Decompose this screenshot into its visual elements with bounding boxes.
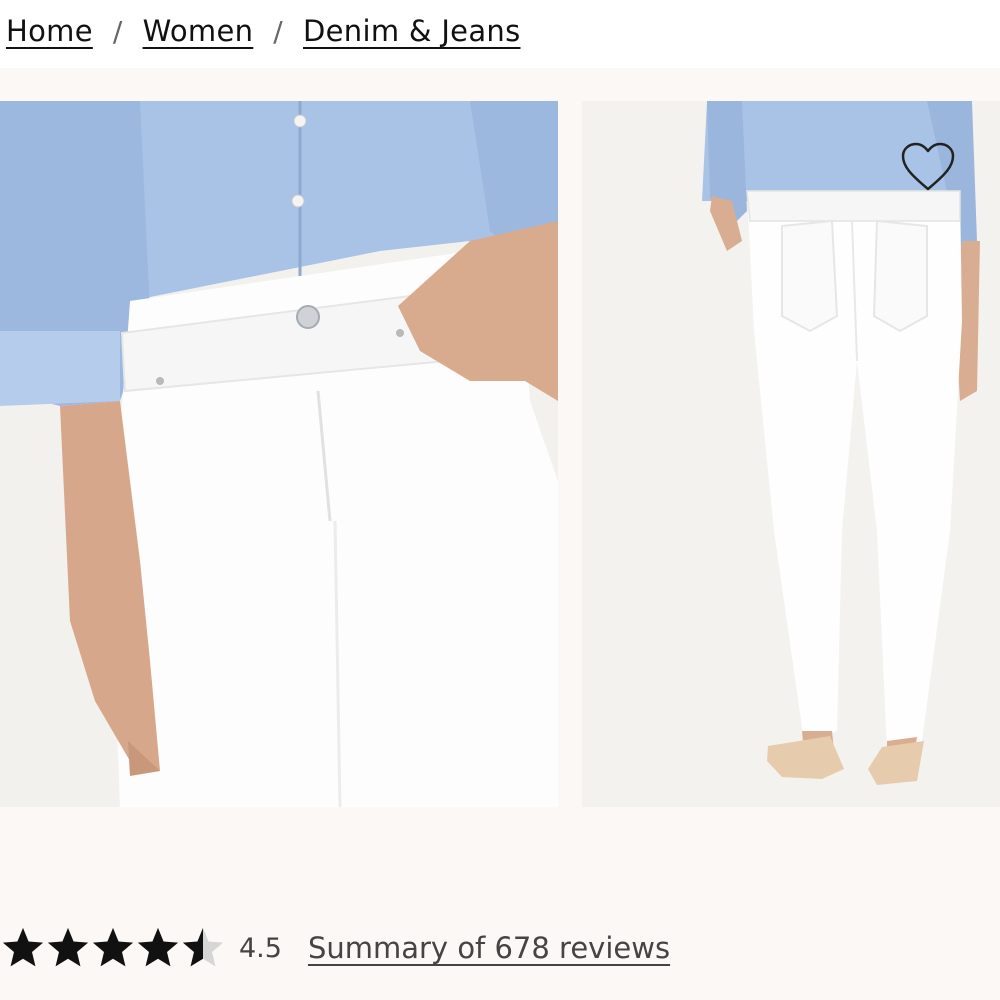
rating-value: 4.5	[239, 932, 282, 964]
breadcrumb-women[interactable]: Women	[143, 14, 254, 48]
favorite-button[interactable]	[900, 141, 956, 193]
rating-summary: 4.5 Summary of 678 reviews	[0, 920, 670, 976]
breadcrumb-home[interactable]: Home	[6, 14, 93, 48]
header-bar: Home / Women / Denim & Jeans	[0, 0, 1000, 68]
product-photo-front-illustration	[0, 101, 558, 807]
star-rating	[0, 925, 225, 971]
product-image-back[interactable]	[582, 101, 1000, 807]
heart-icon	[901, 142, 955, 191]
product-image-front[interactable]	[0, 101, 558, 807]
breadcrumb-separator: /	[112, 14, 123, 48]
breadcrumb: Home / Women / Denim & Jeans	[6, 10, 520, 52]
reviews-summary-link[interactable]: Summary of 678 reviews	[308, 931, 670, 965]
star-full-icon	[2, 927, 44, 967]
star-full-icon	[137, 927, 179, 967]
product-photo-back-illustration	[582, 101, 1000, 807]
star-half-icon	[182, 927, 224, 967]
star-full-icon	[92, 927, 134, 967]
breadcrumb-separator: /	[273, 14, 284, 48]
breadcrumb-denim-jeans[interactable]: Denim & Jeans	[303, 14, 520, 48]
star-full-icon	[47, 927, 89, 967]
